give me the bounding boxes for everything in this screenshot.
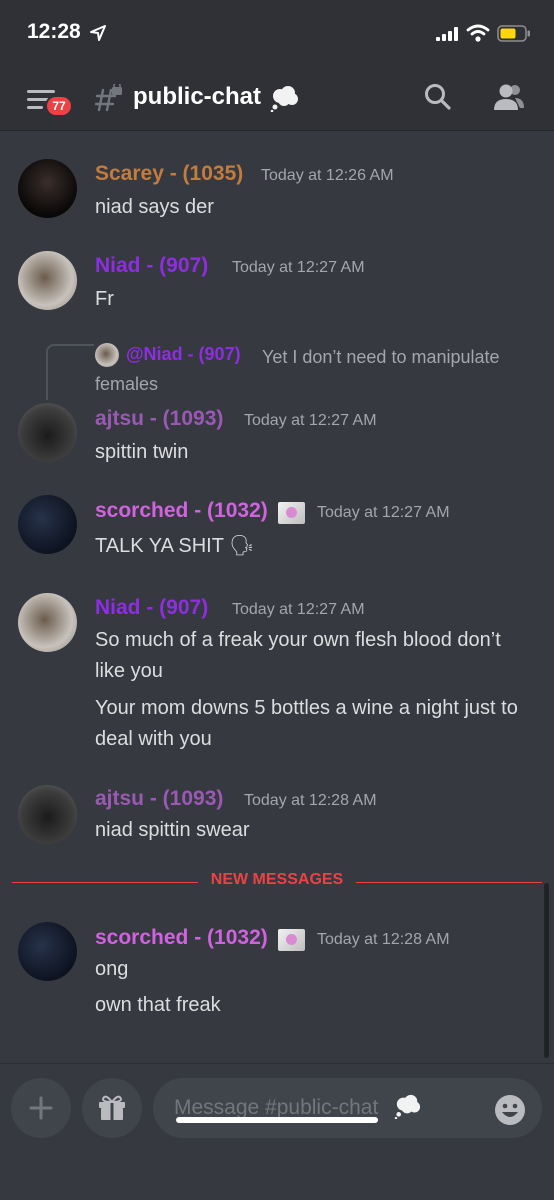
location-arrow-icon [90, 25, 106, 41]
timestamp: Today at 12:28 AM [244, 792, 377, 809]
message-input[interactable]: Message #public-chat [153, 1078, 542, 1138]
message-text: So much of a freak your own flesh blood … [95, 629, 501, 682]
timestamp: Today at 12:26 AM [261, 167, 394, 184]
gift-button[interactable] [82, 1078, 142, 1138]
avatar[interactable] [18, 495, 77, 554]
status-bar: 12:28 [0, 0, 554, 60]
timestamp: Today at 12:27 AM [244, 412, 377, 429]
timestamp: Today at 12:28 AM [317, 931, 450, 948]
thought-cloud-icon [394, 1094, 421, 1119]
avatar[interactable] [18, 403, 77, 462]
add-attachment-button[interactable] [11, 1078, 71, 1138]
timestamp: Today at 12:27 AM [232, 601, 365, 618]
battery-icon [497, 25, 530, 42]
author-name[interactable]: ajtsu - (1093) [95, 787, 223, 811]
author-name[interactable]: ajtsu - (1093) [95, 407, 223, 431]
scrollbar[interactable] [544, 883, 549, 1058]
role-icon [278, 929, 305, 951]
author-name[interactable]: Niad - (907) [95, 596, 208, 620]
divider-line-left [12, 882, 198, 883]
avatar[interactable] [18, 922, 77, 981]
author-name[interactable]: Niad - (907) [95, 254, 208, 278]
message-text: Fr [95, 288, 114, 310]
search-icon[interactable] [424, 83, 452, 111]
message-text: niad spittin swear [95, 819, 250, 841]
home-indicator[interactable] [176, 1117, 378, 1123]
avatar[interactable] [18, 785, 77, 844]
timestamp: Today at 12:27 AM [232, 259, 365, 276]
thought-cloud-icon [270, 86, 298, 112]
status-time: 12:28 [27, 20, 81, 43]
members-icon[interactable] [493, 83, 525, 111]
divider-label: NEW MESSAGES [210, 871, 344, 888]
reply-author[interactable]: @Niad - (907) [126, 344, 241, 365]
gift-icon [99, 1095, 125, 1120]
message-text: TALK YA SHIT 🗣 [95, 535, 255, 557]
divider-line-right [356, 882, 542, 883]
role-icon [278, 502, 305, 524]
avatar[interactable] [18, 251, 77, 310]
message-text: ong [95, 958, 129, 980]
timestamp: Today at 12:27 AM [317, 504, 450, 521]
message-list[interactable]: Scarey - (1035) Today at 12:26 AM niad s… [0, 131, 554, 1063]
avatar[interactable] [18, 159, 77, 218]
author-name[interactable]: Scarey - (1035) [95, 162, 243, 186]
composer-bar: Message #public-chat [0, 1063, 554, 1200]
message-text: Your mom downs 5 bottles a wine a night … [95, 697, 518, 750]
reply-connector [46, 344, 94, 400]
top-bar: 12:28 77 public-chat [0, 0, 554, 131]
locked-hash-icon [95, 84, 122, 112]
wifi-icon [466, 24, 490, 42]
message-text: spittin twin [95, 441, 189, 463]
signal-icon [436, 27, 458, 41]
emoji-icon[interactable] [494, 1094, 526, 1126]
avatar[interactable] [18, 593, 77, 652]
message-text: own that freak [95, 994, 221, 1016]
plus-icon [29, 1096, 53, 1120]
message-text: niad says der [95, 196, 214, 218]
channel-title[interactable]: public-chat [133, 83, 261, 111]
input-placeholder: Message #public-chat [174, 1096, 379, 1119]
author-name[interactable]: scorched - (1032) [95, 926, 268, 950]
author-name[interactable]: scorched - (1032) [95, 499, 268, 523]
unread-badge: 77 [45, 95, 73, 117]
new-messages-divider: NEW MESSAGES [12, 871, 542, 888]
